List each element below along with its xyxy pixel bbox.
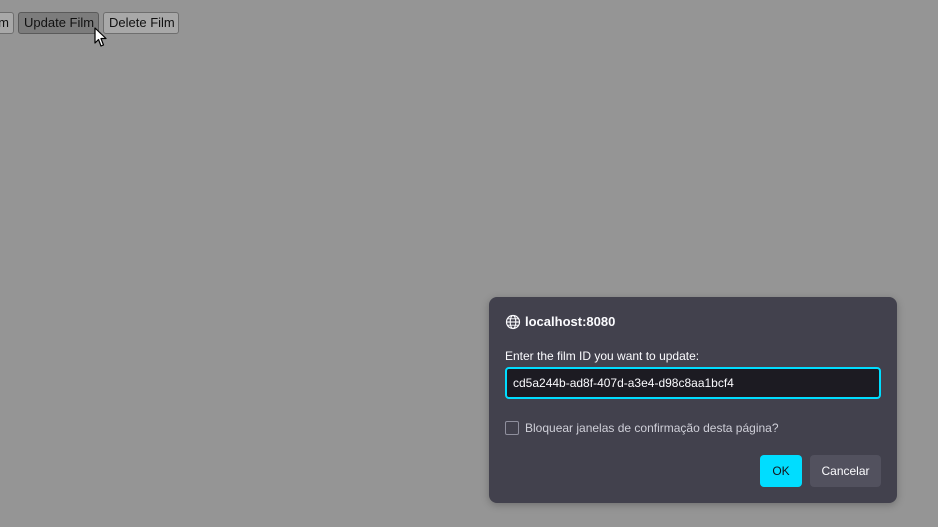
dialog-message: Enter the film ID you want to update: — [505, 349, 700, 363]
dialog-origin: localhost:8080 — [505, 313, 615, 330]
globe-icon — [505, 314, 521, 329]
ok-button[interactable]: OK — [760, 455, 802, 487]
block-dialogs-option[interactable]: Bloquear janelas de confirmação desta pá… — [505, 421, 779, 435]
update-film-button[interactable]: Update Film — [18, 12, 99, 34]
prompt-dialog: localhost:8080 Enter the film ID you wan… — [489, 297, 897, 503]
delete-film-button[interactable]: Delete Film — [103, 12, 179, 34]
block-dialogs-label: Bloquear janelas de confirmação desta pá… — [525, 421, 779, 435]
create-film-button-partial[interactable]: m — [0, 12, 14, 34]
dialog-origin-text: localhost:8080 — [525, 314, 616, 329]
mouse-pointer-icon — [94, 27, 107, 47]
block-dialogs-checkbox[interactable] — [505, 421, 519, 435]
film-id-input[interactable] — [505, 367, 881, 399]
cancel-button[interactable]: Cancelar — [810, 455, 881, 487]
